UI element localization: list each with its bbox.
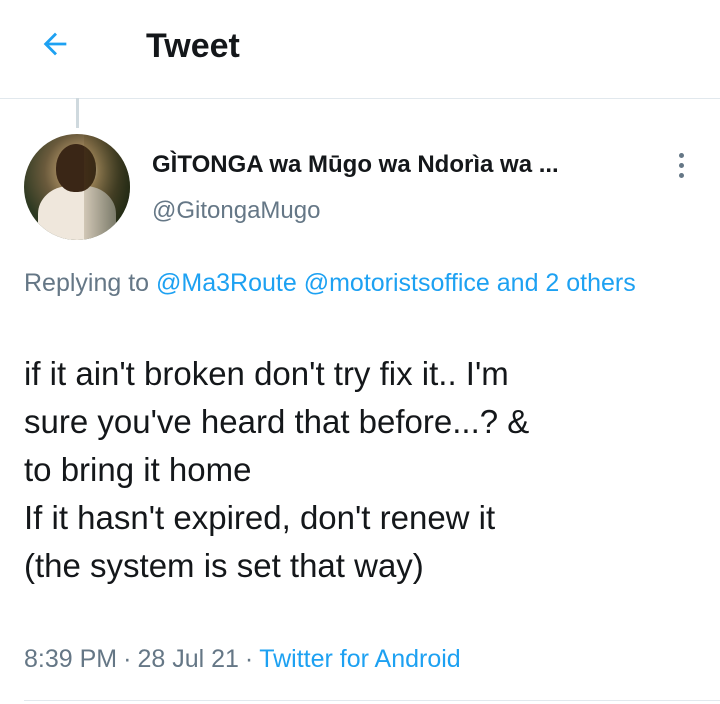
author-handle[interactable]: @GitongaMugo (152, 196, 320, 226)
tweet-line: to bring it home (24, 451, 252, 488)
tweet-line: if it ain't broken don't try fix it.. I'… (24, 355, 509, 392)
replying-to: Replying to @Ma3Route @motoristsoffice a… (24, 264, 684, 302)
tweet-line: If it hasn't expired, don't renew it (24, 499, 496, 536)
more-dots-icon (678, 152, 684, 158)
author-display-name[interactable]: GÌTONGA wa Mūgo wa Ndorìa wa ... (152, 150, 642, 180)
thread-connector-line (76, 98, 79, 128)
replying-to-label: Replying to (24, 269, 157, 297)
page-title: Tweet (146, 27, 240, 65)
tweet-metadata: 8:39 PM · 28 Jul 21 · Twitter for Android (24, 640, 461, 678)
back-button[interactable] (30, 22, 80, 66)
divider (24, 700, 720, 701)
mention-motoristsoffice[interactable]: @motoristsoffice (304, 269, 490, 297)
tweet-line: sure you've heard that before...? & (24, 403, 530, 440)
app-header: Tweet (0, 0, 720, 99)
arrow-left-icon (43, 32, 67, 56)
avatar[interactable] (24, 134, 130, 240)
tweet-text: if it ain't broken don't try fix it.. I'… (24, 350, 704, 590)
mention-ma3route[interactable]: @Ma3Route (156, 269, 297, 297)
separator: · (123, 645, 132, 673)
mention-others[interactable]: and 2 others (497, 269, 636, 297)
tweet-date[interactable]: 28 Jul 21 (137, 645, 238, 673)
tweet-time[interactable]: 8:39 PM (24, 645, 117, 673)
more-options-button[interactable] (664, 148, 698, 182)
tweet-line: (the system is set that way) (24, 547, 424, 584)
separator: · (244, 645, 254, 673)
tweet-source-link[interactable]: Twitter for Android (259, 645, 460, 673)
